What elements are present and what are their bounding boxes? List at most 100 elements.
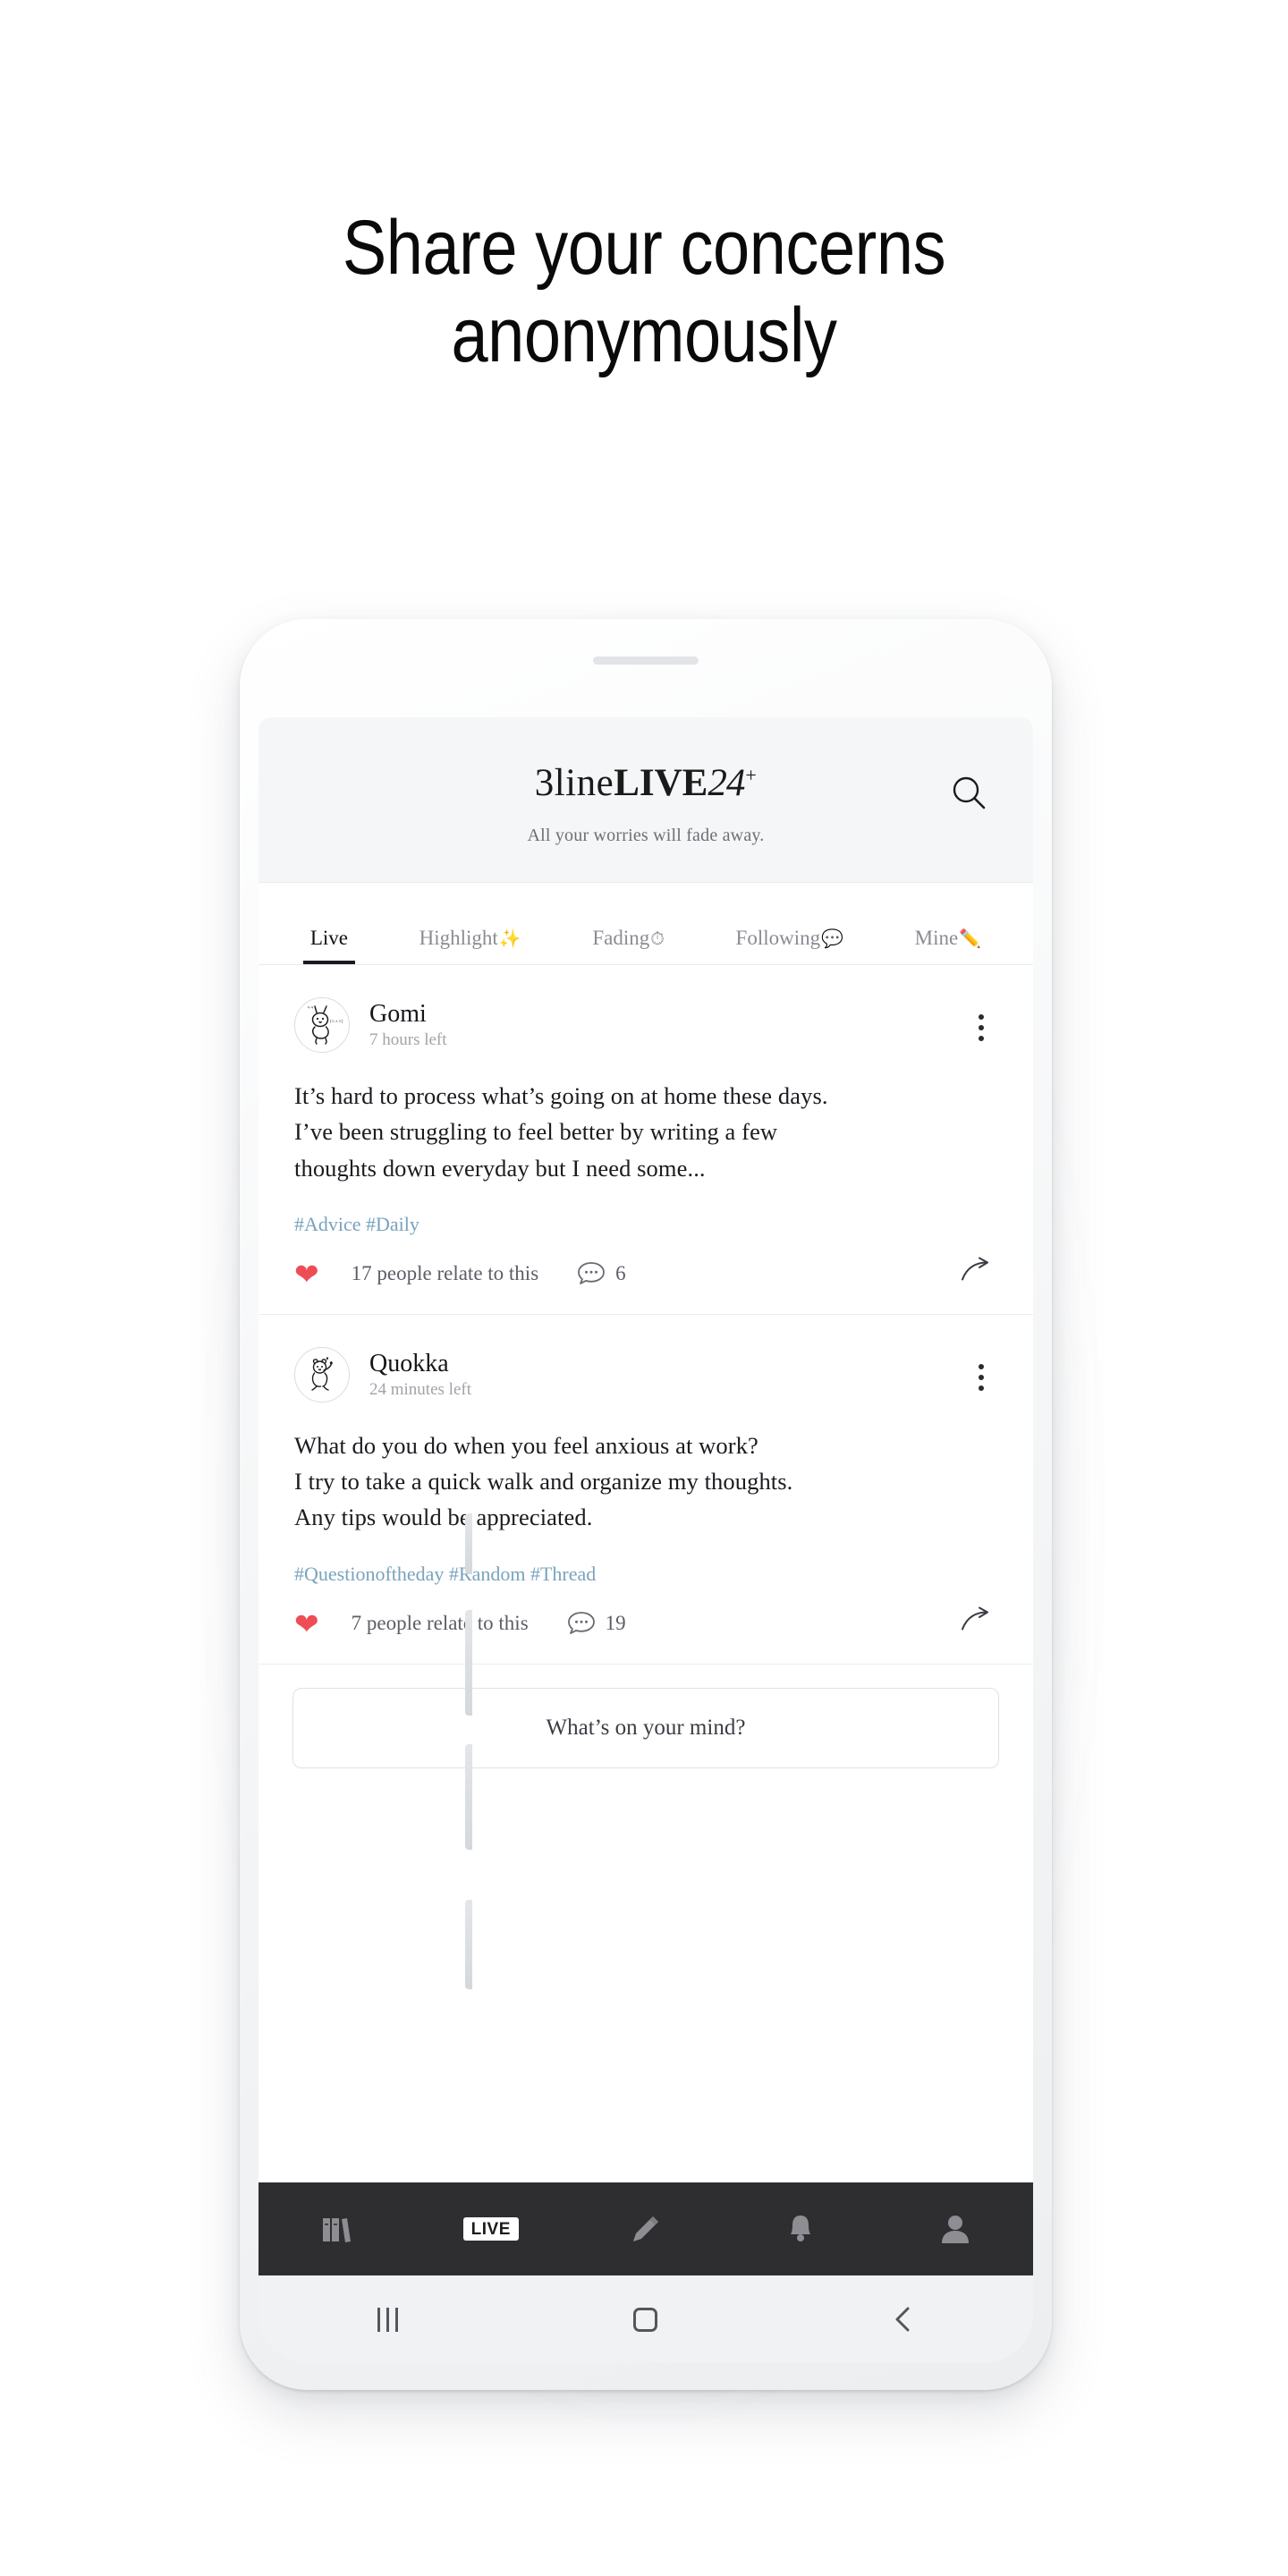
system-navigation-bar (258, 2275, 1033, 2363)
phone-bezel (240, 619, 1052, 717)
author-info: Gomi 7 hours left (369, 1000, 447, 1050)
share-icon (962, 1606, 988, 1631)
tab-following[interactable]: Following💬 (700, 927, 879, 964)
bell-icon (791, 2216, 811, 2241)
tab-highlight-label: Highlight (419, 927, 498, 949)
share-button[interactable] (960, 1257, 996, 1292)
phone-power-button (465, 1900, 472, 1989)
tab-highlight[interactable]: Highlight✨ (384, 927, 557, 964)
phone-mockup: 3lineLIVE24+ All your worries will fade … (240, 619, 1052, 2390)
tab-mine[interactable]: Mine✏️ (879, 927, 1017, 964)
avatar[interactable]: ㅋㅋ (ㅇㅅㅇ) (294, 997, 350, 1053)
system-back-button[interactable] (851, 2275, 958, 2363)
post-hashtags[interactable]: #Advice #Daily (294, 1213, 997, 1236)
phone-volume-down-button (465, 1744, 472, 1850)
timer-icon: ⏱ (650, 929, 665, 949)
promo-screenshot: Share your concerns anonymously 3lineLIV… (0, 0, 1288, 2576)
author-info: Quokka 24 minutes left (369, 1350, 471, 1400)
post-feed: ㅋㅋ (ㅇㅅㅇ) Gomi 7 hours left It’s hard to … (258, 965, 1033, 2182)
post-body-line-1: It’s hard to process what’s going on at … (294, 1082, 828, 1109)
composer-area: What’s on your mind? (258, 1664, 1033, 1795)
like-count-label: 7 people relate to this (351, 1612, 529, 1635)
phone-screen: 3lineLIVE24+ All your worries will fade … (258, 717, 1033, 2363)
sparkles-icon: ✨ (498, 929, 521, 949)
nav-item-library[interactable] (287, 2182, 386, 2275)
more-dot (979, 1363, 984, 1369)
pencil-emoji-icon: ✏️ (959, 929, 982, 949)
post-actions: ❤ 7 people relate to this 19 (294, 1606, 997, 1641)
share-icon (962, 1257, 988, 1281)
like-button[interactable]: ❤ (294, 1259, 319, 1289)
app-logo: 3lineLIVE24+ (258, 764, 1033, 802)
share-button[interactable] (960, 1606, 996, 1641)
more-dot (979, 1025, 984, 1030)
author-name: Gomi (369, 999, 427, 1028)
comment-icon (567, 1612, 595, 1634)
quokka-doodle-avatar-icon (311, 1357, 333, 1391)
tab-live-label: Live (309, 927, 348, 949)
recents-bar (386, 2307, 389, 2332)
home-icon (633, 2307, 658, 2332)
more-dot (979, 1036, 984, 1041)
system-recents-button[interactable] (334, 2275, 441, 2363)
system-home-button[interactable] (592, 2275, 699, 2363)
post-actions: ❤ 17 people relate to this 6 (294, 1257, 997, 1292)
post-options-button[interactable] (963, 1008, 999, 1047)
avatar[interactable] (294, 1346, 350, 1402)
more-dot (979, 1385, 984, 1391)
speech-bubble-icon: 💬 (821, 929, 844, 949)
phone-volume-up-button (465, 1610, 472, 1716)
tab-fading[interactable]: Fading⏱ (557, 927, 700, 964)
post-card[interactable]: Quokka 24 minutes left What do you do wh… (258, 1315, 1033, 1665)
nav-item-profile[interactable] (906, 2182, 1004, 2275)
post-header: Quokka 24 minutes left (294, 1346, 997, 1402)
post-hashtags[interactable]: #Questionoftheday #Random #Thread (294, 1563, 997, 1586)
tab-live[interactable]: Live (275, 927, 384, 964)
app-header: 3lineLIVE24+ All your worries will fade … (258, 717, 1033, 883)
comment-icon (578, 1262, 606, 1285)
logo-part-number: 24 (708, 762, 745, 804)
phone-button (465, 1513, 472, 1574)
comment-count: 19 (605, 1612, 626, 1635)
more-dot (979, 1014, 984, 1020)
nav-item-write[interactable] (597, 2182, 695, 2275)
post-body-line-1: What do you do when you feel anxious at … (294, 1431, 758, 1459)
post-body-line-3: thoughts down everyday but I need some..… (294, 1154, 706, 1182)
recents-bar (377, 2307, 380, 2332)
search-icon (953, 776, 986, 809)
headline-line-1: Share your concerns (342, 205, 946, 291)
nav-item-notifications[interactable] (751, 2182, 850, 2275)
comment-button[interactable]: 19 (566, 1609, 626, 1638)
logo-part-bold: LIVE (614, 762, 708, 804)
post-body-line-2: I try to take a quick walk and organize … (294, 1468, 793, 1496)
post-expiry: 24 minutes left (369, 1379, 471, 1399)
comment-count: 6 (615, 1262, 626, 1285)
composer-input[interactable]: What’s on your mind? (292, 1687, 999, 1768)
headline-line-2: anonymously (451, 292, 837, 379)
page-title: Share your concerns anonymously (90, 204, 1198, 379)
post-header: ㅋㅋ (ㅇㅅㅇ) Gomi 7 hours left (294, 997, 997, 1053)
logo-part-light: 3line (534, 762, 614, 804)
post-body-line-2: I’ve been struggling to feel better by w… (294, 1118, 778, 1146)
post-body-line-3: Any tips would be appreciated. (294, 1504, 593, 1531)
recents-bar (394, 2307, 398, 2332)
svg-text:ㅋㅋ: ㅋㅋ (307, 1005, 314, 1010)
app-tagline: All your worries will fade away. (527, 826, 765, 845)
like-count-label: 17 people relate to this (351, 1262, 539, 1285)
back-icon (895, 2307, 910, 2332)
post-expiry: 7 hours left (369, 1030, 447, 1050)
live-badge-icon: LIVE (462, 2217, 519, 2241)
bottom-navigation: LIVE (258, 2182, 1033, 2275)
earpiece-speaker (593, 657, 699, 665)
rabbit-doodle-avatar-icon: ㅋㅋ (ㅇㅅㅇ) (307, 1005, 343, 1045)
post-card[interactable]: ㅋㅋ (ㅇㅅㅇ) Gomi 7 hours left It’s hard to … (258, 965, 1033, 1315)
comment-button[interactable]: 6 (576, 1259, 626, 1288)
search-button[interactable] (944, 767, 994, 818)
feed-tabs: Live Highlight✨ Fading⏱ Following💬 Mine✏… (258, 883, 1033, 965)
tab-mine-label: Mine (914, 927, 959, 949)
like-button[interactable]: ❤ (294, 1609, 319, 1639)
nav-item-live[interactable]: LIVE (442, 2182, 540, 2275)
post-body: What do you do when you feel anxious at … (294, 1428, 997, 1536)
books-icon (322, 2218, 351, 2242)
post-options-button[interactable] (963, 1358, 999, 1397)
